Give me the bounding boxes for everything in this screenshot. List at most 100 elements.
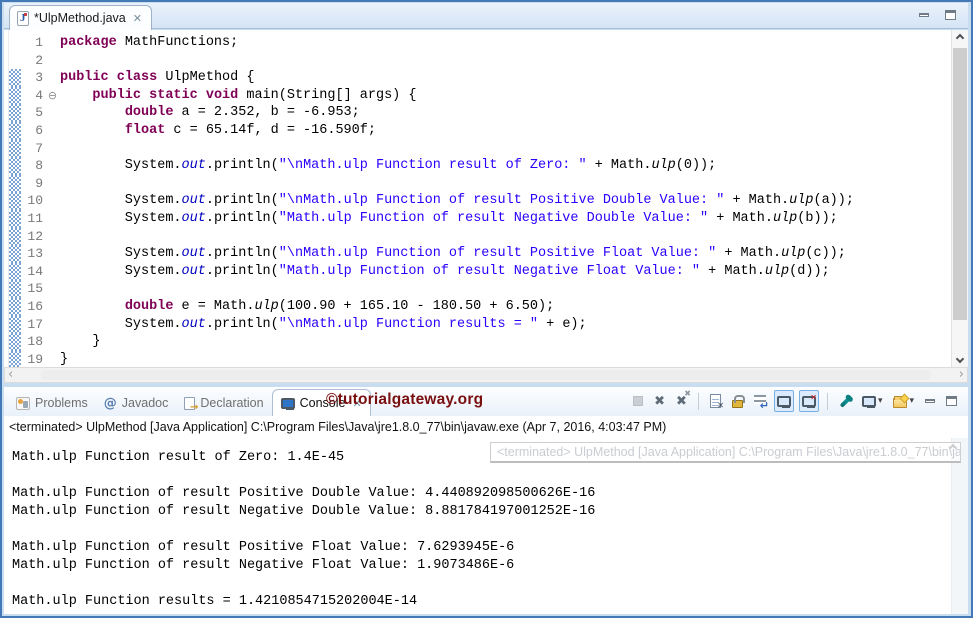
code-line: 7 [9, 140, 951, 158]
console-lines: Math.ulp Function result of Zero: 1.4E-4… [12, 449, 968, 611]
scroll-right-arrow[interactable]: › [959, 369, 964, 381]
watermark: ©tutorialgateway.org [326, 391, 483, 409]
fold-spacer [45, 157, 60, 175]
code-text: public static void main(String[] args) { [60, 87, 416, 105]
chevron-down-icon[interactable]: ▾ [909, 396, 914, 406]
fold-spacer [45, 245, 60, 263]
console-output-line: Math.ulp Function of result Negative Flo… [12, 557, 968, 575]
remove-launch-button[interactable] [651, 390, 668, 412]
remove-all-launches-button[interactable] [673, 390, 690, 412]
line-number: 12 [21, 228, 45, 246]
minimize-editor-icon[interactable] [919, 13, 929, 17]
tab-declaration[interactable]: Declaration [176, 390, 271, 416]
scrollbar-thumb[interactable] [953, 48, 967, 320]
line-number: 1 [21, 34, 45, 52]
maximize-icon [946, 396, 957, 406]
pin-console-button[interactable] [774, 390, 794, 412]
console-output-line: Math.ulp Function of result Positive Flo… [12, 539, 968, 557]
clear-console-button[interactable] [707, 390, 724, 412]
line-number: 5 [21, 104, 45, 122]
code-text: System.out.println("Math.ulp Function of… [60, 210, 838, 228]
code-text: float c = 65.14f, d = -16.590f; [60, 122, 376, 140]
quick-diff-marker [9, 52, 21, 70]
fold-spacer [45, 175, 60, 193]
console-tabs: ProblemsJavadocDeclarationConsole✕ [4, 387, 371, 416]
code-editor[interactable]: 1package MathFunctions;23public class Ul… [4, 30, 968, 367]
code-line: 17 System.out.println("\nMath.ulp Functi… [9, 316, 951, 334]
terminate-icon [633, 396, 643, 406]
display-console-button[interactable]: ▾ [859, 390, 886, 412]
show-stdout-button[interactable] [799, 390, 819, 412]
fold-collapse-icon[interactable]: ⊖ [45, 87, 60, 105]
scrollbar-thumb[interactable] [41, 370, 931, 380]
clear-console-icon [710, 394, 721, 408]
minimize-button[interactable] [922, 390, 938, 412]
scroll-down-arrow[interactable] [952, 351, 968, 367]
fold-spacer [45, 210, 60, 228]
line-number: 8 [21, 157, 45, 175]
code-text: double e = Math.ulp(100.90 + 165.10 - 18… [60, 298, 554, 316]
scroll-up-arrow[interactable] [952, 30, 968, 46]
line-number: 7 [21, 140, 45, 158]
console-output-line: Math.ulp Function of result Positive Dou… [12, 485, 968, 503]
console-output-line: Math.ulp Function of result Negative Dou… [12, 503, 968, 521]
scroll-left-arrow[interactable]: ‹ [8, 369, 13, 381]
terminate-button[interactable] [630, 390, 646, 412]
code-line: 9 [9, 175, 951, 193]
code-line: 4⊖ public static void main(String[] args… [9, 87, 951, 105]
console-output-line: Math.ulp Function results = 1.4210854715… [12, 593, 968, 611]
pin-button[interactable] [836, 390, 854, 412]
tab-problems[interactable]: Problems [8, 390, 96, 416]
minimize-icon [925, 399, 935, 403]
declaration-icon [184, 397, 195, 410]
console-vertical-scrollbar[interactable] [951, 438, 968, 614]
editor-vertical-scrollbar[interactable] [951, 30, 968, 367]
close-icon[interactable]: ✕ [131, 12, 142, 25]
quick-diff-marker [9, 280, 21, 298]
fold-spacer [45, 351, 60, 367]
javadoc-icon [104, 396, 117, 411]
line-number: 15 [21, 280, 45, 298]
open-console-button[interactable]: ▾ [890, 390, 917, 412]
show-stdout-icon [802, 396, 816, 407]
fold-spacer [45, 263, 60, 281]
fold-spacer [45, 280, 60, 298]
console-toolbar: ▾▾ [630, 390, 960, 412]
toolbar-separator [827, 393, 828, 410]
toolbar-separator [698, 393, 699, 410]
editor-horizontal-scrollbar[interactable]: ‹ › [4, 367, 968, 383]
maximize-button[interactable] [943, 390, 960, 412]
fold-spacer [45, 104, 60, 122]
code-text: System.out.println("\nMath.ulp Function … [60, 316, 587, 334]
line-number: 6 [21, 122, 45, 140]
line-number: 2 [21, 52, 45, 70]
scroll-lock-button[interactable] [729, 390, 746, 412]
line-number: 9 [21, 175, 45, 193]
line-number: 13 [21, 245, 45, 263]
fold-spacer [45, 316, 60, 334]
fold-spacer [45, 333, 60, 351]
console-icon [281, 398, 295, 409]
editor-tab-title: *UlpMethod.java [34, 11, 126, 25]
tab-javadoc[interactable]: Javadoc [96, 390, 177, 416]
quick-diff-marker [9, 333, 21, 351]
quick-diff-marker [9, 157, 21, 175]
tab-label: Javadoc [122, 396, 169, 410]
code-line: 1package MathFunctions; [9, 34, 951, 52]
scroll-lock-icon [732, 400, 743, 408]
line-number: 18 [21, 333, 45, 351]
quick-diff-marker [9, 263, 21, 281]
word-wrap-button[interactable] [751, 390, 769, 412]
quick-diff-marker [9, 192, 21, 210]
terminated-process-tooltip: <terminated> UlpMethod [Java Application… [490, 442, 961, 463]
code-line: 14 System.out.println("Math.ulp Function… [9, 263, 951, 281]
code-text: public class UlpMethod { [60, 69, 254, 87]
console-output[interactable]: Math.ulp Function result of Zero: 1.4E-4… [4, 438, 968, 614]
fold-spacer [45, 298, 60, 316]
code-text: } [60, 351, 68, 367]
code-line: 19} [9, 351, 951, 367]
maximize-editor-icon[interactable] [945, 10, 956, 20]
editor-tab-ulpmethod[interactable]: *UlpMethod.java ✕ [9, 5, 152, 30]
line-number: 4 [21, 87, 45, 105]
chevron-down-icon[interactable]: ▾ [878, 396, 883, 406]
